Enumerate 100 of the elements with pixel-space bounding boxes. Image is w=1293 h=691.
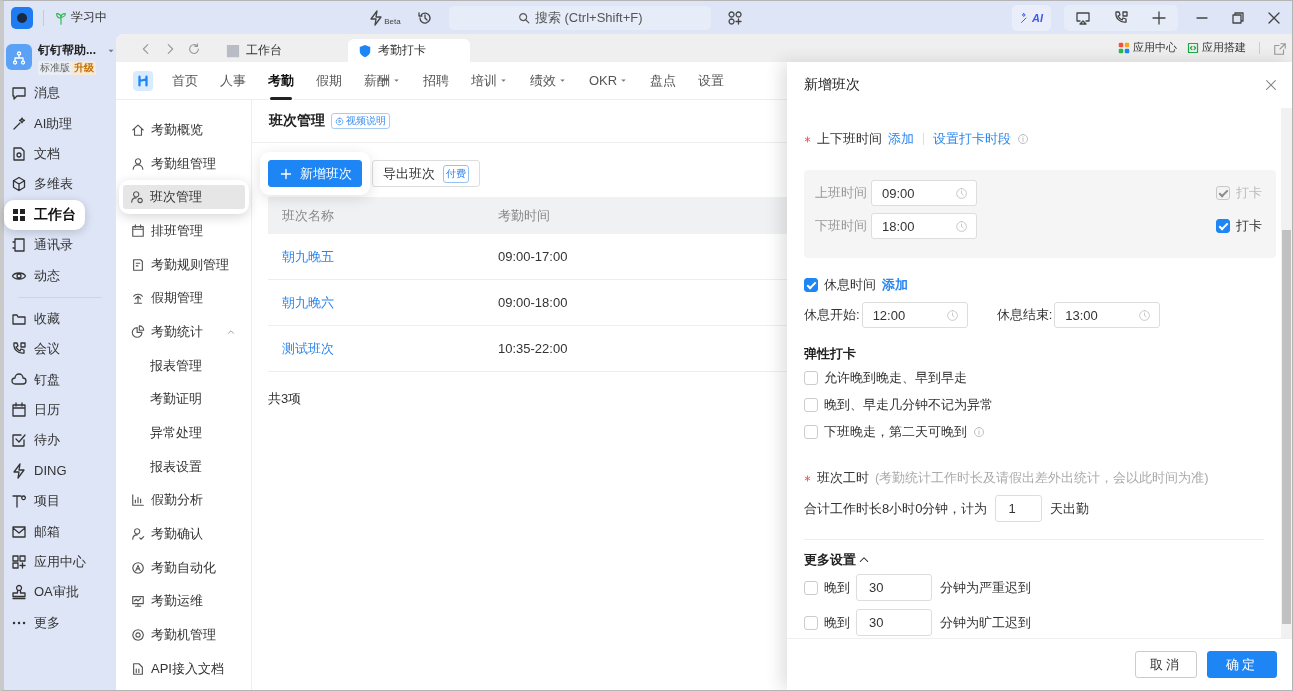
checkbox[interactable] [804,397,818,412]
column-header: 考勤时间 [497,206,550,225]
table-cell-text: 09:00-18:00 [497,295,568,310]
message-icon [11,85,27,102]
side-nav-item[interactable]: 考勤运维 [124,584,243,619]
rail-item[interactable]: 多维表 [4,169,116,200]
rail-item[interactable]: 动态 [4,260,116,291]
history-icon[interactable] [416,9,433,26]
side-nav-item[interactable]: 考勤统计 [124,315,243,349]
rail-item[interactable]: 待办 [4,425,116,456]
rail-item[interactable]: 工作台 [4,199,85,230]
checkbox[interactable] [804,278,818,292]
side-nav-item[interactable]: 考勤规则管理 [124,247,243,282]
video-guide-link[interactable]: 视频说明 [331,113,390,129]
caret-icon [392,76,401,85]
side-nav-item[interactable]: API接入文档 [124,652,243,686]
rail-item[interactable]: 项目 [4,486,116,517]
open-external-icon[interactable] [1273,42,1287,56]
refresh-icon[interactable] [187,42,201,56]
side-nav-item[interactable]: 报表管理 [124,348,243,383]
time-field[interactable]: 18:00 [871,213,977,239]
side-nav-item[interactable]: 假期管理 [124,281,243,316]
shift-name-link[interactable]: 朝九晚五 [268,247,484,266]
side-nav-item[interactable]: 考勤自动化 [124,550,243,585]
checkbox[interactable] [804,580,818,595]
calendar-icon [131,223,145,238]
org-name[interactable]: 钉钉帮助... [38,42,96,59]
checkbox[interactable] [804,615,818,630]
side-nav-item[interactable]: 排班管理 [124,214,243,248]
section-toggle[interactable]: 更多设置 [804,550,1275,570]
rail-item[interactable]: 会议 [4,334,116,365]
nav-tab[interactable]: 绩效 [530,61,567,100]
rail-item[interactable]: AI助理 [4,108,116,139]
rail-item[interactable]: 更多 [4,607,116,639]
phone-icon[interactable] [1113,9,1129,26]
plus-icon [280,167,292,180]
restore-icon[interactable] [1230,9,1246,26]
rail-item[interactable]: DING [4,455,116,487]
checkbox[interactable] [1216,219,1230,233]
nav-tab[interactable]: 假期 [316,61,342,100]
side-nav-item[interactable]: 报表设置 [124,449,243,484]
status-label[interactable]: 学习中 [71,9,107,26]
nav-tab[interactable]: 设置 [698,61,725,100]
field-label: 下班时间 [815,217,868,235]
rail-item[interactable]: 通讯录 [4,229,116,261]
window-icon [226,43,240,58]
number-field[interactable]: 30 [856,609,932,636]
search-field[interactable]: 搜索 (Ctrl+Shift+F) [448,5,711,30]
side-nav-item[interactable]: 考勤组管理 [124,146,243,181]
browser-tab[interactable]: 工作台 [216,39,338,62]
org-avatar[interactable] [6,44,32,70]
nav-tab[interactable]: 薪酬 [364,61,401,100]
ai-button[interactable]: AI [1012,4,1051,31]
nav-tab[interactable]: 首页 [172,61,198,100]
rail-item[interactable]: 日历 [4,394,116,426]
rail-item[interactable]: 收藏 [4,303,116,335]
rail-item[interactable]: 应用中心 [4,546,116,578]
number-field[interactable]: 30 [856,574,932,601]
time-field[interactable]: 12:00 [861,302,968,328]
scrollbar[interactable] [1281,108,1292,638]
confirm-button[interactable]: 确定 [1207,651,1277,678]
rail-item[interactable]: 消息 [4,78,116,109]
time-field[interactable]: 13:00 [1054,302,1161,328]
side-nav-item[interactable]: 考勤概览 [124,113,243,147]
shift-name-link[interactable]: 测试班次 [268,339,484,358]
side-nav-item[interactable]: 班次管理 [123,185,245,210]
nav-tab[interactable]: 招聘 [423,61,449,100]
browser-tab[interactable]: 考勤打卡 [348,39,470,62]
number-field[interactable]: 1 [995,495,1043,522]
caret-icon [558,76,567,85]
add-apps-icon[interactable] [726,9,743,26]
nav-tab[interactable]: 人事 [220,61,246,100]
cancel-button[interactable]: 取消 [1135,651,1197,678]
rail-item[interactable]: 文档 [4,138,116,170]
nav-tab[interactable]: 培训 [471,61,508,100]
side-nav-item[interactable]: 考勤机管理 [124,618,243,652]
plus-icon[interactable] [1151,9,1167,26]
checkbox[interactable] [804,424,818,439]
action-link[interactable]: 添加 [888,130,914,148]
side-nav-item[interactable]: 考勤确认 [124,517,243,551]
rail-item[interactable]: OA审批 [4,577,116,608]
rail-item[interactable]: 钉盘 [4,364,116,395]
nav-tab[interactable]: 考勤 [268,61,294,100]
toolbar-link[interactable]: 应用搭建 [1187,40,1246,55]
nav-tab[interactable]: OKR [589,61,629,100]
side-nav-item[interactable]: 假勤分析 [124,483,243,518]
side-nav-item[interactable]: 考勤证明 [124,382,243,417]
pie-chart-icon [131,324,145,339]
close-icon[interactable] [1264,78,1278,92]
shift-name-link[interactable]: 朝九晚六 [268,293,484,312]
action-link[interactable]: 添加 [882,276,908,294]
action-link[interactable]: 设置打卡时段 [933,130,1011,148]
toolbar-link[interactable]: 应用中心 [1118,40,1177,55]
side-nav-item[interactable]: 异常处理 [124,416,243,450]
checkbox[interactable] [804,370,818,385]
rail-item[interactable]: 邮箱 [4,516,116,547]
export-button[interactable]: 导出班次 付费 [372,160,480,187]
app-logo[interactable] [11,6,33,29]
nav-tab[interactable]: 盘点 [650,61,677,100]
screen-share-icon[interactable] [1075,9,1091,26]
